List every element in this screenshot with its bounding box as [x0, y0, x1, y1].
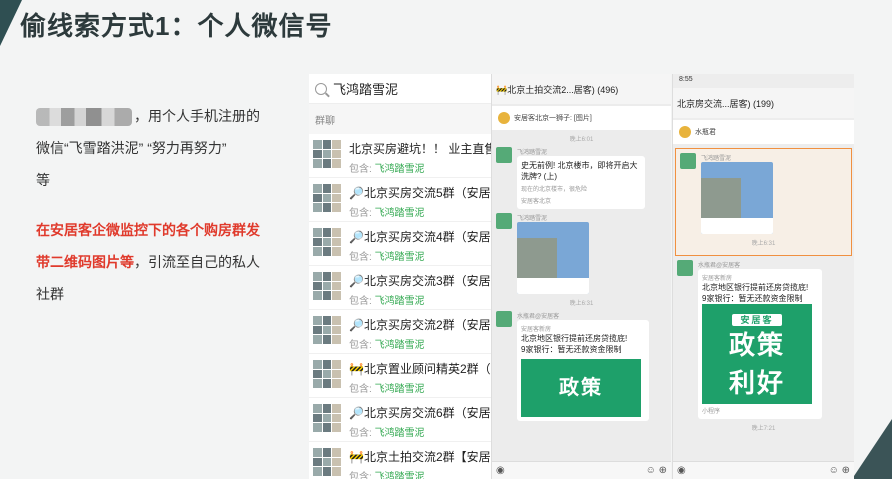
pinned-message: 安居客北京一狮子: [图片]: [492, 106, 671, 130]
group-contains: 包含: 飞鸿踏雪泥: [349, 428, 425, 439]
group-avatar: [313, 316, 341, 344]
emoji-icon[interactable]: ☺ ⊕: [646, 465, 667, 476]
group-avatar: [313, 272, 341, 300]
chat-message: 水瓶君@安居客 安居客新房 北京地区银行提前还房贷揽底! 9家银行：暂无还款资金…: [673, 260, 854, 419]
search-result-row[interactable]: 🔎北京买房交流5群（安居客 包含: 飞鸿踏雪泥: [309, 178, 493, 222]
description: ，用个人手机注册的 微信“飞雪踏洪泥” “努力再努力” 等 在安居客企微监控下的…: [36, 108, 260, 302]
group-name: 🔎北京买房交流4群（安居客: [349, 230, 493, 244]
search-query[interactable]: 飞鸿踏雪泥: [333, 79, 398, 98]
status-bar: 8:55: [679, 76, 693, 83]
search-result-row[interactable]: 🔎北京买房交流2群（安居客 包含: 飞鸿踏雪泥: [309, 310, 493, 354]
group-avatar: [313, 228, 341, 256]
group-name: 🔎北京买房交流5群（安居客: [349, 186, 493, 200]
search-result-row[interactable]: 🔎北京买房交流6群（安居客 包含: 飞鸿踏雪泥: [309, 398, 493, 442]
slide: 偷线索方式1：个人微信号 ，用个人手机注册的 微信“飞雪踏洪泥” “努力再努力”…: [0, 0, 892, 479]
promo-image[interactable]: 安居客 政策 利好: [702, 304, 812, 404]
chat-message: 飞鸿踏雪泥 史无前例! 北京楼市，即将开启大洗牌? (上) 现在的北京楼市，很危…: [492, 147, 671, 209]
group-name: 🔎北京买房交流6群（安居客: [349, 406, 493, 420]
search-result-row[interactable]: 🚧北京土拍交流2群【安居客包含: 飞鸿踏雪泥: [309, 442, 493, 479]
search-result-row[interactable]: 北京买房避坑！！ 业主直售 包含: 飞鸿踏雪泥: [309, 134, 493, 178]
chat-message: 水瓶君@安居客 安居客新房 北京地区银行提前还房贷揽底! 9家银行：暂无还款资金…: [492, 311, 671, 421]
group-avatar: [313, 360, 341, 388]
group-name: 🔎北京买房交流3群（安居客: [349, 274, 493, 288]
timestamp: 晚上7:21: [751, 426, 776, 432]
pinned-message: 水瓶君: [673, 120, 854, 144]
timestamp: 晚上6:31: [569, 301, 594, 307]
corner-decoration: [0, 0, 22, 46]
search-screenshot: 飞鸿踏雪泥 群聊 北京买房避坑！！ 业主直售 包含: 飞鸿踏雪泥 🔎北京买房交流5群…: [309, 74, 493, 479]
avatar: [496, 311, 512, 327]
group-name: 🚧北京置业顾问精英2群（安: [349, 362, 493, 376]
group-name: 🔎北京买房交流2群（安居客: [349, 318, 493, 332]
group-name: 🚧北京土拍交流2群【安居客: [349, 450, 493, 464]
voice-icon[interactable]: ◉: [496, 465, 505, 476]
highlight-box: 飞鸿踏雪泥 晚上6:31: [675, 148, 852, 256]
group-contains: 包含: 飞鸿踏雪泥: [349, 472, 425, 479]
group-avatar: [313, 184, 341, 212]
search-icon: [315, 82, 327, 95]
avatar: [677, 260, 693, 276]
search-result-row[interactable]: 🔎北京买房交流3群（安居客 包含: 飞鸿踏雪泥: [309, 266, 493, 310]
group-contains: 包含: 飞鸿踏雪泥: [349, 164, 425, 175]
group-avatar: [313, 140, 341, 168]
input-bar[interactable]: ◉ ☺ ⊕: [673, 461, 854, 479]
group-contains: 包含: 飞鸿踏雪泥: [349, 208, 425, 219]
avatar: [496, 147, 512, 163]
group-contains: 包含: 飞鸿踏雪泥: [349, 340, 425, 351]
timestamp: 晚上6:01: [569, 137, 594, 143]
group-name: 北京买房避坑！！ 业主直售: [349, 142, 493, 156]
group-contains: 包含: 飞鸿踏雪泥: [349, 296, 425, 307]
chat-screenshot: 🚧北京土拍交流2...居客) (496) 安居客北京一狮子: [图片] 晚上6:…: [491, 74, 671, 479]
avatar: [496, 213, 512, 229]
chat-header: 🚧北京土拍交流2...居客) (496): [492, 74, 671, 104]
promo-image[interactable]: 政策: [521, 359, 641, 417]
search-result-row[interactable]: 🚧北京置业顾问精英2群（安 包含: 飞鸿踏雪泥: [309, 354, 493, 398]
search-bar[interactable]: 飞鸿踏雪泥: [309, 74, 493, 104]
avatar: [680, 153, 696, 169]
chat-header: 北京房交流...居客) (199): [673, 88, 854, 118]
chat-screenshot-2: 8:55 北京房交流...居客) (199) 水瓶君 飞鸿踏雪泥 晚上6:31 …: [672, 74, 854, 479]
section-header: 群聊: [309, 104, 493, 134]
group-contains: 包含: 飞鸿踏雪泥: [349, 252, 425, 263]
emoji-icon[interactable]: ☺ ⊕: [829, 465, 850, 476]
qr-image[interactable]: [701, 162, 773, 234]
group-contains: 包含: 飞鸿踏雪泥: [349, 384, 425, 395]
qr-image[interactable]: [517, 222, 589, 294]
voice-icon[interactable]: ◉: [677, 465, 686, 476]
search-result-row[interactable]: 🔎北京买房交流4群（安居客 包含: 飞鸿踏雪泥: [309, 222, 493, 266]
group-avatar: [313, 448, 341, 476]
corner-decoration-bottom: [852, 419, 892, 479]
chat-message: 飞鸿踏雪泥: [676, 153, 851, 234]
slide-title: 偷线索方式1：个人微信号: [20, 11, 333, 41]
redacted-name: [36, 108, 132, 127]
group-avatar: [313, 404, 341, 432]
chat-message: 飞鸿踏雪泥: [492, 213, 671, 294]
input-bar[interactable]: ◉ ☺ ⊕: [492, 461, 671, 479]
